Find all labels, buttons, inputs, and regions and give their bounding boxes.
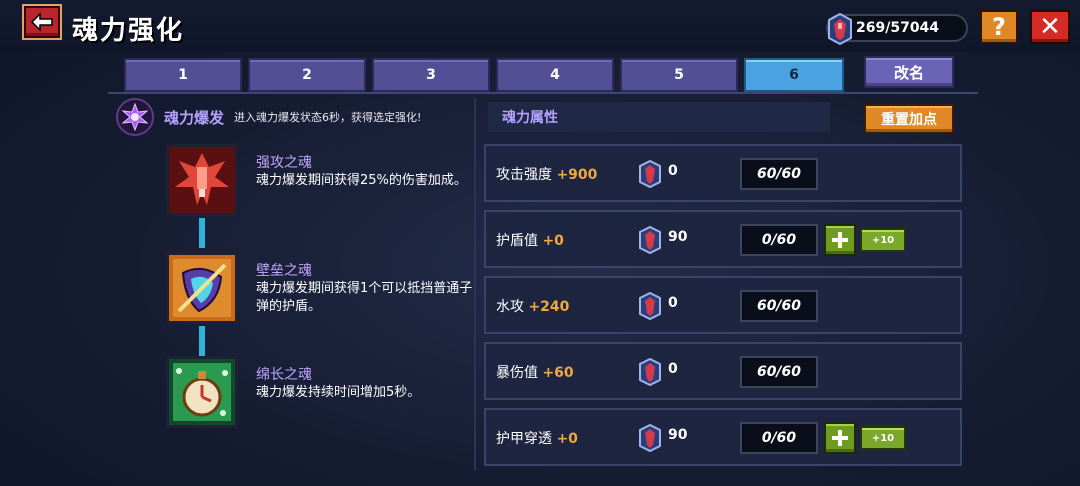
attribute-bonus: +240 bbox=[528, 299, 570, 315]
attribute-label: 护盾值 +0 bbox=[496, 230, 564, 250]
attribute-bonus: +60 bbox=[542, 365, 574, 381]
attribute-label: 攻击强度 +900 bbox=[496, 164, 597, 184]
attribute-cost: 0 bbox=[668, 361, 678, 377]
tab-5[interactable]: 5 bbox=[620, 58, 738, 92]
attribute-bonus: +900 bbox=[556, 167, 598, 183]
reset-points-button[interactable]: 重置加点 bbox=[864, 104, 954, 134]
soul-gem-icon bbox=[639, 160, 661, 188]
tab-6[interactable]: 6 bbox=[744, 58, 844, 92]
plus-icon bbox=[832, 232, 848, 248]
add-ten-points-button[interactable]: +10 bbox=[860, 228, 906, 252]
attribute-level: 60/60 bbox=[740, 158, 818, 190]
skill-name: 强攻之魂 bbox=[256, 155, 312, 171]
attribute-level: 60/60 bbox=[740, 290, 818, 322]
skill-desc: 魂力爆发持续时间增加5秒。 bbox=[256, 385, 421, 400]
page-tabs: 1 2 3 4 5 6 bbox=[124, 58, 844, 92]
bastion-shield-icon bbox=[166, 252, 238, 324]
plus-icon bbox=[832, 430, 848, 446]
column-divider bbox=[474, 98, 476, 470]
skill-bastion[interactable]: 壁垒之魂 魂力爆发期间获得1个可以抵挡普通子弹的护盾。 bbox=[166, 252, 472, 324]
attributes-header: 魂力属性 bbox=[488, 102, 830, 132]
attribute-cost: 0 bbox=[668, 295, 678, 311]
attribute-cost: 0 bbox=[668, 163, 678, 179]
tab-3[interactable]: 3 bbox=[372, 58, 490, 92]
back-arrow-icon bbox=[30, 12, 53, 32]
soul-currency-display: 269/57044 bbox=[826, 13, 968, 45]
attribute-row-water-attack: 水攻 +240 0 60/60 bbox=[484, 276, 962, 334]
attribute-name: 水攻 bbox=[496, 299, 524, 315]
skill-connector bbox=[199, 326, 205, 356]
attribute-row-crit-damage: 暴伤值 +60 0 60/60 bbox=[484, 342, 962, 400]
attribute-name: 暴伤值 bbox=[496, 365, 538, 381]
attribute-level: 60/60 bbox=[740, 356, 818, 388]
soul-gem-icon bbox=[828, 13, 852, 45]
attribute-label: 护甲穿透 +0 bbox=[496, 428, 578, 448]
skill-strong-attack[interactable]: 强攻之魂 魂力爆发期间获得25%的伤害加成。 bbox=[166, 144, 467, 216]
attribute-bonus: +0 bbox=[542, 233, 564, 249]
skill-desc: 魂力爆发期间获得1个可以抵挡普通子弹的护盾。 bbox=[256, 281, 473, 314]
stopwatch-icon bbox=[166, 356, 238, 428]
strong-attack-icon bbox=[166, 144, 238, 216]
add-point-button[interactable] bbox=[824, 422, 856, 454]
add-point-button[interactable] bbox=[824, 224, 856, 256]
currency-value: 269/57044 bbox=[856, 20, 940, 36]
header-bar: 魂力强化 269/57044 ? ✕ bbox=[0, 0, 1080, 52]
question-icon: ? bbox=[992, 13, 1006, 41]
attribute-row-armor-pierce: 护甲穿透 +0 90 0/60 +10 bbox=[484, 408, 962, 466]
skill-longevity[interactable]: 绵长之魂 魂力爆发持续时间增加5秒。 bbox=[166, 356, 466, 428]
rename-button[interactable]: 改名 bbox=[864, 56, 954, 88]
soul-burst-desc: 进入魂力爆发状态6秒，获得选定强化! bbox=[234, 111, 422, 124]
tab-2[interactable]: 2 bbox=[248, 58, 366, 92]
attribute-cost: 90 bbox=[668, 427, 688, 443]
add-ten-points-button[interactable]: +10 bbox=[860, 426, 906, 450]
tab-1[interactable]: 1 bbox=[124, 58, 242, 92]
soul-burst-title: 魂力爆发 bbox=[164, 108, 225, 127]
tab-4[interactable]: 4 bbox=[496, 58, 614, 92]
attribute-cost: 90 bbox=[668, 229, 688, 245]
attribute-row-shield: 护盾值 +0 90 0/60 +10 bbox=[484, 210, 962, 268]
attribute-name: 护盾值 bbox=[496, 233, 538, 249]
help-button[interactable]: ? bbox=[980, 10, 1018, 44]
close-button[interactable]: ✕ bbox=[1030, 10, 1070, 44]
soul-gem-icon bbox=[639, 226, 661, 254]
attribute-name: 攻击强度 bbox=[496, 167, 552, 183]
close-icon: ✕ bbox=[1039, 12, 1061, 42]
soul-gem-icon bbox=[639, 292, 661, 320]
soul-gem-icon bbox=[639, 424, 661, 452]
skill-name: 绵长之魂 bbox=[256, 367, 312, 383]
attribute-bonus: +0 bbox=[556, 431, 578, 447]
attribute-level: 0/60 bbox=[740, 224, 818, 256]
skill-connector bbox=[199, 218, 205, 248]
soul-burst-icon bbox=[116, 98, 154, 136]
back-button[interactable] bbox=[24, 6, 60, 38]
soul-burst-row: 魂力爆发 进入魂力爆发状态6秒，获得选定强化! bbox=[116, 98, 470, 136]
attribute-name: 护甲穿透 bbox=[496, 431, 552, 447]
skill-name: 壁垒之魂 bbox=[256, 263, 312, 279]
attribute-label: 暴伤值 +60 bbox=[496, 362, 574, 382]
attribute-row-attack: 攻击强度 +900 0 60/60 bbox=[484, 144, 962, 202]
attribute-label: 水攻 +240 bbox=[496, 296, 569, 316]
page-title: 魂力强化 bbox=[72, 16, 185, 46]
attribute-level: 0/60 bbox=[740, 422, 818, 454]
soul-gem-icon bbox=[639, 358, 661, 386]
panel-top-border bbox=[108, 92, 978, 94]
skill-desc: 魂力爆发期间获得25%的伤害加成。 bbox=[256, 173, 467, 188]
